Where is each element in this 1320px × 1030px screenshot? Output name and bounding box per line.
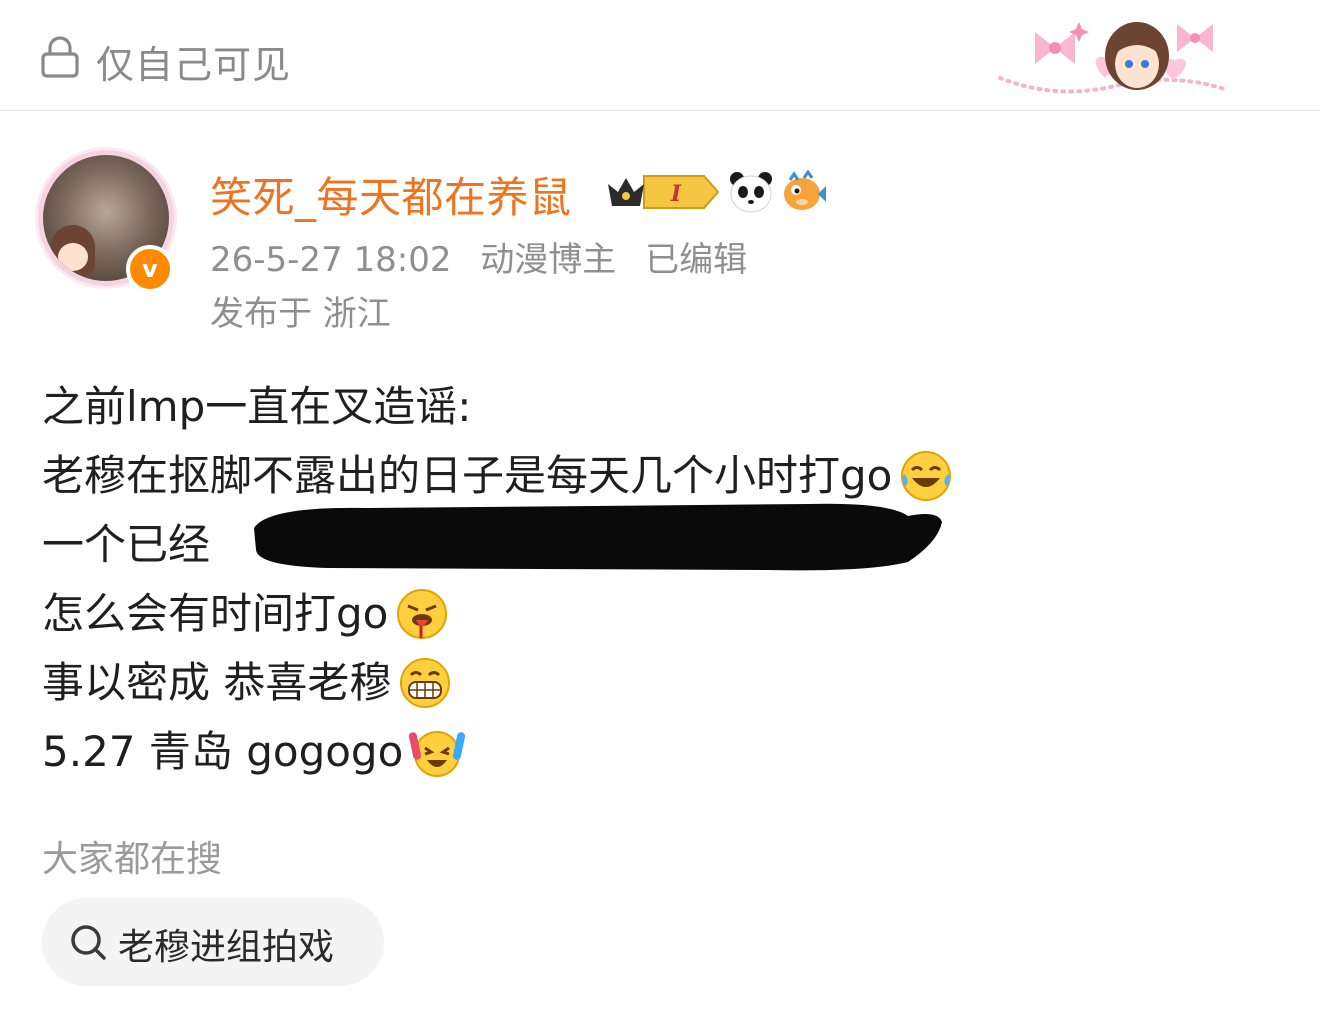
post-line-text: 一个已经 bbox=[42, 519, 211, 569]
post-line-text: 老穆在抠脚不露出的日子是每天几个小时打go bbox=[42, 450, 893, 500]
author-role: 动漫博主 bbox=[480, 240, 617, 280]
tongue-bleeding-emoji-icon bbox=[397, 588, 448, 639]
crown-badge-text: I bbox=[670, 181, 682, 207]
trending-title: 大家都在搜 bbox=[42, 839, 223, 880]
pufferfish-icon bbox=[784, 170, 826, 210]
post-location: 发布于 浙江 bbox=[210, 294, 391, 334]
trending-search-label: 老穆进组拍戏 bbox=[118, 927, 335, 968]
redaction-scribble bbox=[254, 503, 942, 571]
post-meta: 26-5-27 18:02 动漫博主 已编辑 bbox=[210, 232, 765, 281]
top-bar: 仅自己可见 bbox=[0, 0, 1320, 111]
post-line: 怎么会有时间打go bbox=[42, 579, 1282, 648]
post-line-text: 事以密成 恭喜老穆 bbox=[42, 657, 392, 707]
post-line-text: 5.27 青岛 gogogo bbox=[42, 726, 404, 776]
lock-icon bbox=[41, 36, 79, 78]
avatar-character-face bbox=[58, 243, 88, 271]
panda-icon bbox=[730, 172, 772, 213]
anime-girl-decoration-icon bbox=[998, 22, 1229, 94]
post-line: 之前lmp一直在叉造谣: bbox=[42, 372, 1282, 441]
grin-emoji-icon bbox=[400, 657, 451, 708]
verified-badge-icon: v bbox=[126, 245, 174, 293]
cheer-emoji-icon bbox=[409, 730, 466, 777]
search-icon bbox=[71, 925, 106, 960]
post-line: 事以密成 恭喜老穆 bbox=[42, 648, 1282, 717]
post-line: 5.27 青岛 gogogo bbox=[42, 717, 1282, 786]
post-content: 之前lmp一直在叉造谣: 老穆在抠脚不露出的日子是每天几个小时打go 一个已经 … bbox=[42, 372, 1282, 786]
trending-search-chip[interactable]: 老穆进组拍戏 bbox=[42, 898, 384, 986]
author-badges: I bbox=[604, 168, 834, 214]
post-line-text: 之前lmp一直在叉造谣: bbox=[42, 381, 472, 431]
post-timestamp: 26-5-27 18:02 bbox=[210, 240, 452, 280]
post-line-text: 怎么会有时间打go bbox=[42, 588, 389, 638]
edited-label[interactable]: 已编辑 bbox=[645, 240, 747, 280]
tears-of-joy-emoji-icon bbox=[901, 450, 952, 501]
crown-level-badge-icon[interactable]: I bbox=[604, 172, 720, 212]
author-name[interactable]: 笑死_每天都在养鼠 bbox=[210, 164, 572, 225]
visibility-label[interactable]: 仅自己可见 bbox=[96, 34, 291, 89]
